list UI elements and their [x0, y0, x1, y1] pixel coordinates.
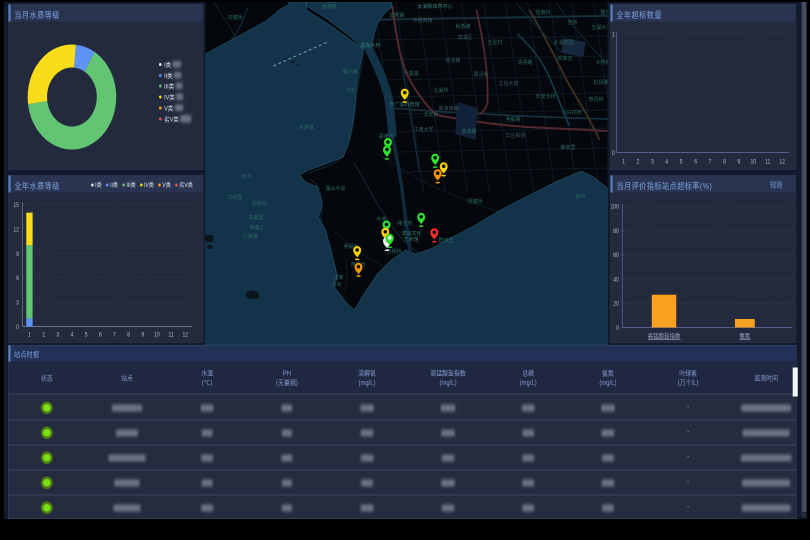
svg-text:龙寺坞: 龙寺坞 [251, 200, 266, 207]
svg-text:15: 15 [13, 203, 19, 209]
svg-text:隐秀路: 隐秀路 [389, 12, 404, 19]
svg-text:蠡湖大桥: 蠡湖大桥 [360, 42, 380, 49]
svg-text:100: 100 [610, 204, 618, 210]
svg-text:12: 12 [182, 332, 188, 338]
svg-text:4: 4 [665, 159, 668, 165]
svg-text:0: 0 [616, 326, 619, 332]
svg-text:3: 3 [56, 332, 59, 338]
svg-text:3: 3 [651, 159, 654, 165]
svg-text:隆亭: 隆亭 [600, 9, 607, 16]
svg-text:九洑: 九洑 [331, 281, 341, 288]
svg-text:查桥: 查桥 [567, 19, 577, 26]
svg-text:湖山半岛: 湖山半岛 [325, 185, 345, 192]
svg-text:氨氮: 氨氮 [739, 332, 750, 341]
svg-text:移生桥: 移生桥 [397, 220, 412, 227]
svg-text:大浮: 大浮 [241, 173, 251, 180]
svg-text:东跳里: 东跳里 [248, 214, 263, 221]
svg-text:40: 40 [613, 277, 619, 283]
svg-text:心湖渚: 心湖渚 [242, 233, 257, 240]
svg-text:小白花桥: 小白花桥 [561, 109, 581, 116]
svg-text:太湖花园: 太湖花园 [553, 39, 573, 46]
svg-text:9: 9 [16, 251, 19, 257]
svg-text:2: 2 [637, 159, 640, 165]
svg-text:0: 0 [612, 151, 615, 157]
svg-text:中南西路: 中南西路 [412, 17, 432, 24]
svg-text:吉杨桥: 吉杨桥 [386, 248, 401, 255]
svg-text:60: 60 [613, 253, 619, 259]
svg-text:立信大道: 立信大道 [498, 80, 518, 87]
svg-text:7: 7 [113, 332, 116, 338]
svg-text:薛家里: 薛家里 [560, 144, 575, 151]
svg-text:太湖新体育中心: 太湖新体育中心 [417, 3, 452, 10]
svg-text:五星村: 五星村 [487, 39, 502, 46]
svg-text:吴都路: 吴都路 [505, 116, 520, 123]
svg-text:3: 3 [16, 300, 19, 306]
svg-text:北定桥: 北定桥 [423, 111, 438, 118]
svg-text:滨湖区: 滨湖区 [457, 34, 472, 41]
svg-text:万水: 万水 [345, 87, 355, 94]
svg-text:0: 0 [16, 325, 19, 331]
svg-text:石塘桥: 石塘桥 [227, 14, 242, 21]
svg-text:大桥新村: 大桥新村 [595, 59, 607, 66]
svg-text:寿贝桥: 寿贝桥 [588, 96, 603, 103]
svg-text:江南大学: 江南大学 [413, 126, 433, 133]
svg-text:8: 8 [723, 159, 726, 165]
svg-text:沈家: 沈家 [333, 274, 343, 281]
svg-text:5: 5 [85, 332, 88, 338]
svg-text:北渠桥: 北渠桥 [433, 87, 448, 94]
svg-text:祝塘桥: 祝塘桥 [467, 198, 482, 205]
svg-text:6: 6 [99, 332, 102, 338]
svg-text:五湖大道: 五湖大道 [591, 24, 607, 31]
svg-text:20: 20 [613, 301, 619, 307]
svg-text:滨派文化: 滨派文化 [401, 230, 421, 237]
svg-text:鼋头渚: 鼋头渚 [342, 68, 357, 75]
svg-text:7: 7 [709, 159, 712, 165]
svg-text:11: 11 [765, 159, 770, 165]
svg-text:华庄街道: 华庄街道 [505, 132, 525, 139]
svg-text:白石里: 白石里 [227, 194, 242, 201]
svg-text:梁清路: 梁清路 [445, 57, 460, 64]
svg-text:群家里: 群家里 [438, 237, 453, 244]
svg-text:6: 6 [16, 276, 19, 282]
svg-text:鱼桥: 鱼桥 [575, 193, 585, 200]
svg-text:11: 11 [168, 332, 173, 338]
svg-text:10: 10 [154, 332, 160, 338]
svg-text:80: 80 [613, 228, 619, 234]
svg-text:千蠡湖: 千蠡湖 [403, 70, 418, 77]
svg-text:1: 1 [622, 159, 625, 165]
svg-text:机场路: 机场路 [593, 79, 607, 86]
svg-text:9: 9 [738, 159, 741, 165]
svg-text:南泰上: 南泰上 [249, 224, 264, 231]
svg-text:高浪西路: 高浪西路 [438, 105, 458, 112]
svg-text:渔港路: 渔港路 [321, 3, 336, 10]
svg-text:邓家庄: 邓家庄 [557, 55, 572, 62]
svg-text:周泾浜: 周泾浜 [473, 71, 488, 78]
svg-text:稻香路: 稻香路 [455, 23, 470, 30]
svg-text:1: 1 [612, 32, 615, 38]
svg-text:10: 10 [750, 159, 756, 165]
svg-text:清扬路: 清扬路 [517, 59, 532, 66]
svg-text:大浮镇: 大浮镇 [298, 124, 313, 131]
svg-text:8: 8 [127, 332, 130, 338]
svg-text:金城路: 金城路 [461, 128, 476, 135]
svg-text:12: 12 [13, 227, 19, 233]
svg-text:陆典桥: 陆典桥 [535, 9, 550, 16]
svg-text:1: 1 [28, 332, 31, 338]
svg-text:9: 9 [141, 332, 144, 338]
svg-text:艺术馆: 艺术馆 [403, 236, 418, 243]
svg-text:12: 12 [779, 159, 785, 165]
svg-text:天安大桥: 天安大桥 [535, 93, 555, 100]
svg-text:5: 5 [680, 159, 683, 165]
svg-text:6: 6 [694, 159, 697, 165]
svg-text:高锰酸盐指数: 高锰酸盐指数 [648, 332, 681, 341]
svg-text:4: 4 [71, 332, 74, 338]
svg-text:2: 2 [42, 332, 45, 338]
